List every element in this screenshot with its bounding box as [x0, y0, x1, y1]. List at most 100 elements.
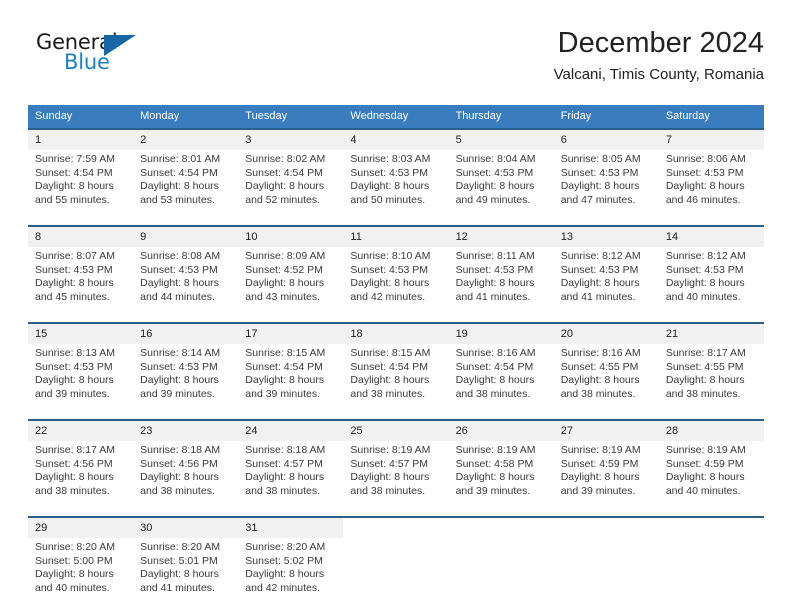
- day-number[interactable]: 2: [133, 128, 239, 150]
- daylight-text-line1: Daylight: 8 hours: [455, 374, 535, 386]
- day-cell[interactable]: Sunrise: 8:08 AM Sunset: 4:53 PM Dayligh…: [133, 247, 239, 311]
- day-cell[interactable]: Sunrise: 8:20 AM Sunset: 5:01 PM Dayligh…: [133, 538, 239, 602]
- day-number[interactable]: 21: [658, 322, 764, 344]
- day-number[interactable]: 23: [133, 419, 239, 441]
- day-cell[interactable]: Sunrise: 8:18 AM Sunset: 4:56 PM Dayligh…: [133, 441, 239, 505]
- daylight-text-line1: Daylight: 8 hours: [140, 471, 219, 483]
- day-cell[interactable]: Sunrise: 7:59 AM Sunset: 4:54 PM Dayligh…: [28, 150, 134, 214]
- day-cell-empty: [658, 538, 764, 602]
- day-number[interactable]: 19: [448, 322, 554, 344]
- day-cell[interactable]: Sunrise: 8:15 AM Sunset: 4:54 PM Dayligh…: [343, 344, 449, 408]
- day-number-empty: [658, 516, 764, 538]
- day-number[interactable]: 16: [133, 322, 239, 344]
- day-cell[interactable]: Sunrise: 8:13 AM Sunset: 4:53 PM Dayligh…: [28, 344, 134, 408]
- day-number[interactable]: 13: [553, 225, 659, 247]
- day-number[interactable]: 1: [28, 128, 134, 150]
- daylight-text-line1: Daylight: 8 hours: [350, 180, 430, 192]
- day-number[interactable]: 27: [553, 419, 659, 441]
- day-number[interactable]: 28: [658, 419, 764, 441]
- sunrise-text: Sunrise: 8:20 AM: [245, 541, 326, 553]
- day-cell[interactable]: Sunrise: 8:12 AM Sunset: 4:53 PM Dayligh…: [553, 247, 659, 311]
- sunrise-text: Sunrise: 8:19 AM: [560, 444, 641, 456]
- sunset-text: Sunset: 4:59 PM: [560, 457, 639, 470]
- day-number[interactable]: 8: [28, 225, 134, 247]
- sunset-text: Sunset: 4:53 PM: [665, 263, 744, 276]
- day-cell[interactable]: Sunrise: 8:19 AM Sunset: 4:59 PM Dayligh…: [658, 441, 764, 505]
- day-cell[interactable]: Sunrise: 8:06 AM Sunset: 4:53 PM Dayligh…: [658, 150, 764, 214]
- day-cell[interactable]: Sunrise: 8:20 AM Sunset: 5:00 PM Dayligh…: [28, 538, 134, 602]
- day-cell[interactable]: Sunrise: 8:17 AM Sunset: 4:55 PM Dayligh…: [658, 344, 764, 408]
- day-number[interactable]: 5: [448, 128, 554, 150]
- daylight-text-line2: and 38 minutes.: [665, 387, 741, 400]
- sunset-text: Sunset: 4:54 PM: [245, 166, 323, 179]
- daylight-text-line1: Daylight: 8 hours: [665, 180, 745, 192]
- day-number[interactable]: 24: [238, 419, 344, 441]
- day-cell[interactable]: Sunrise: 8:05 AM Sunset: 4:53 PM Dayligh…: [553, 150, 659, 214]
- week-row-daynumbers: 22 23 24 25 26 27 28: [28, 419, 764, 441]
- sunrise-text: Sunrise: 8:20 AM: [140, 541, 221, 553]
- day-number[interactable]: 15: [28, 322, 134, 344]
- day-cell[interactable]: Sunrise: 8:14 AM Sunset: 4:53 PM Dayligh…: [133, 344, 239, 408]
- day-cell[interactable]: Sunrise: 8:16 AM Sunset: 4:54 PM Dayligh…: [448, 344, 554, 408]
- day-cell[interactable]: Sunrise: 8:19 AM Sunset: 4:57 PM Dayligh…: [343, 441, 449, 505]
- general-blue-logo[interactable]: General Blue: [36, 32, 206, 88]
- weekday-header-thursday: Thursday: [448, 105, 554, 129]
- day-number[interactable]: 29: [28, 516, 134, 538]
- day-number[interactable]: 7: [658, 128, 764, 150]
- day-number[interactable]: 22: [28, 419, 134, 441]
- day-cell[interactable]: Sunrise: 8:16 AM Sunset: 4:55 PM Dayligh…: [553, 344, 659, 408]
- day-number[interactable]: 3: [238, 128, 344, 150]
- sunset-text: Sunset: 5:02 PM: [245, 554, 323, 567]
- day-cell[interactable]: Sunrise: 8:20 AM Sunset: 5:02 PM Dayligh…: [238, 538, 344, 602]
- day-number[interactable]: 20: [553, 322, 659, 344]
- day-number[interactable]: 6: [553, 128, 659, 150]
- day-cell[interactable]: Sunrise: 8:18 AM Sunset: 4:57 PM Dayligh…: [238, 441, 344, 505]
- day-cell[interactable]: Sunrise: 8:17 AM Sunset: 4:56 PM Dayligh…: [28, 441, 134, 505]
- day-cell[interactable]: Sunrise: 8:07 AM Sunset: 4:53 PM Dayligh…: [28, 247, 134, 311]
- day-number[interactable]: 12: [448, 225, 554, 247]
- calendar-body: 1 2 3 4 5 6 7 Sunrise: 7:59 AM Sunset: 4…: [28, 128, 764, 602]
- sunset-text: Sunset: 4:53 PM: [560, 166, 639, 179]
- daylight-text-line1: Daylight: 8 hours: [455, 471, 535, 483]
- day-number[interactable]: 26: [448, 419, 554, 441]
- day-cell[interactable]: Sunrise: 8:11 AM Sunset: 4:53 PM Dayligh…: [448, 247, 554, 311]
- daylight-text-line2: and 38 minutes.: [35, 484, 110, 497]
- week-spacer: [28, 505, 764, 517]
- week-row-details: Sunrise: 8:17 AM Sunset: 4:56 PM Dayligh…: [28, 441, 764, 505]
- day-number[interactable]: 14: [658, 225, 764, 247]
- sunrise-text: Sunrise: 8:07 AM: [35, 250, 115, 262]
- page-header: General Blue December 2024 Valcani, Timi…: [28, 26, 764, 96]
- week-row-daynumbers: 1 2 3 4 5 6 7: [28, 128, 764, 150]
- day-cell[interactable]: Sunrise: 8:19 AM Sunset: 4:58 PM Dayligh…: [448, 441, 554, 505]
- day-number[interactable]: 30: [133, 516, 239, 538]
- daylight-text-line2: and 38 minutes.: [560, 387, 636, 400]
- day-cell[interactable]: Sunrise: 8:01 AM Sunset: 4:54 PM Dayligh…: [133, 150, 239, 214]
- day-number[interactable]: 11: [343, 225, 449, 247]
- daylight-text-line1: Daylight: 8 hours: [245, 471, 325, 483]
- day-number[interactable]: 10: [238, 225, 344, 247]
- daylight-text-line1: Daylight: 8 hours: [35, 180, 114, 192]
- sunrise-text: Sunrise: 8:12 AM: [665, 250, 746, 262]
- day-cell[interactable]: Sunrise: 8:04 AM Sunset: 4:53 PM Dayligh…: [448, 150, 554, 214]
- daylight-text-line1: Daylight: 8 hours: [560, 277, 640, 289]
- daylight-text-line1: Daylight: 8 hours: [140, 277, 219, 289]
- daylight-text-line2: and 38 minutes.: [245, 484, 320, 497]
- day-number[interactable]: 18: [343, 322, 449, 344]
- day-number[interactable]: 31: [238, 516, 344, 538]
- sunset-text: Sunset: 4:53 PM: [35, 360, 113, 373]
- day-number[interactable]: 25: [343, 419, 449, 441]
- day-cell[interactable]: Sunrise: 8:03 AM Sunset: 4:53 PM Dayligh…: [343, 150, 449, 214]
- day-number[interactable]: 4: [343, 128, 449, 150]
- day-cell[interactable]: Sunrise: 8:09 AM Sunset: 4:52 PM Dayligh…: [238, 247, 344, 311]
- sunrise-text: Sunrise: 8:17 AM: [35, 444, 115, 456]
- day-cell[interactable]: Sunrise: 8:12 AM Sunset: 4:53 PM Dayligh…: [658, 247, 764, 311]
- day-cell[interactable]: Sunrise: 8:19 AM Sunset: 4:59 PM Dayligh…: [553, 441, 659, 505]
- sunset-text: Sunset: 4:53 PM: [140, 263, 218, 276]
- day-number[interactable]: 9: [133, 225, 239, 247]
- day-cell[interactable]: Sunrise: 8:10 AM Sunset: 4:53 PM Dayligh…: [343, 247, 449, 311]
- day-cell[interactable]: Sunrise: 8:02 AM Sunset: 4:54 PM Dayligh…: [238, 150, 344, 214]
- sunrise-text: Sunrise: 8:12 AM: [560, 250, 641, 262]
- logo-word-blue: Blue: [64, 50, 110, 74]
- day-number[interactable]: 17: [238, 322, 344, 344]
- day-cell[interactable]: Sunrise: 8:15 AM Sunset: 4:54 PM Dayligh…: [238, 344, 344, 408]
